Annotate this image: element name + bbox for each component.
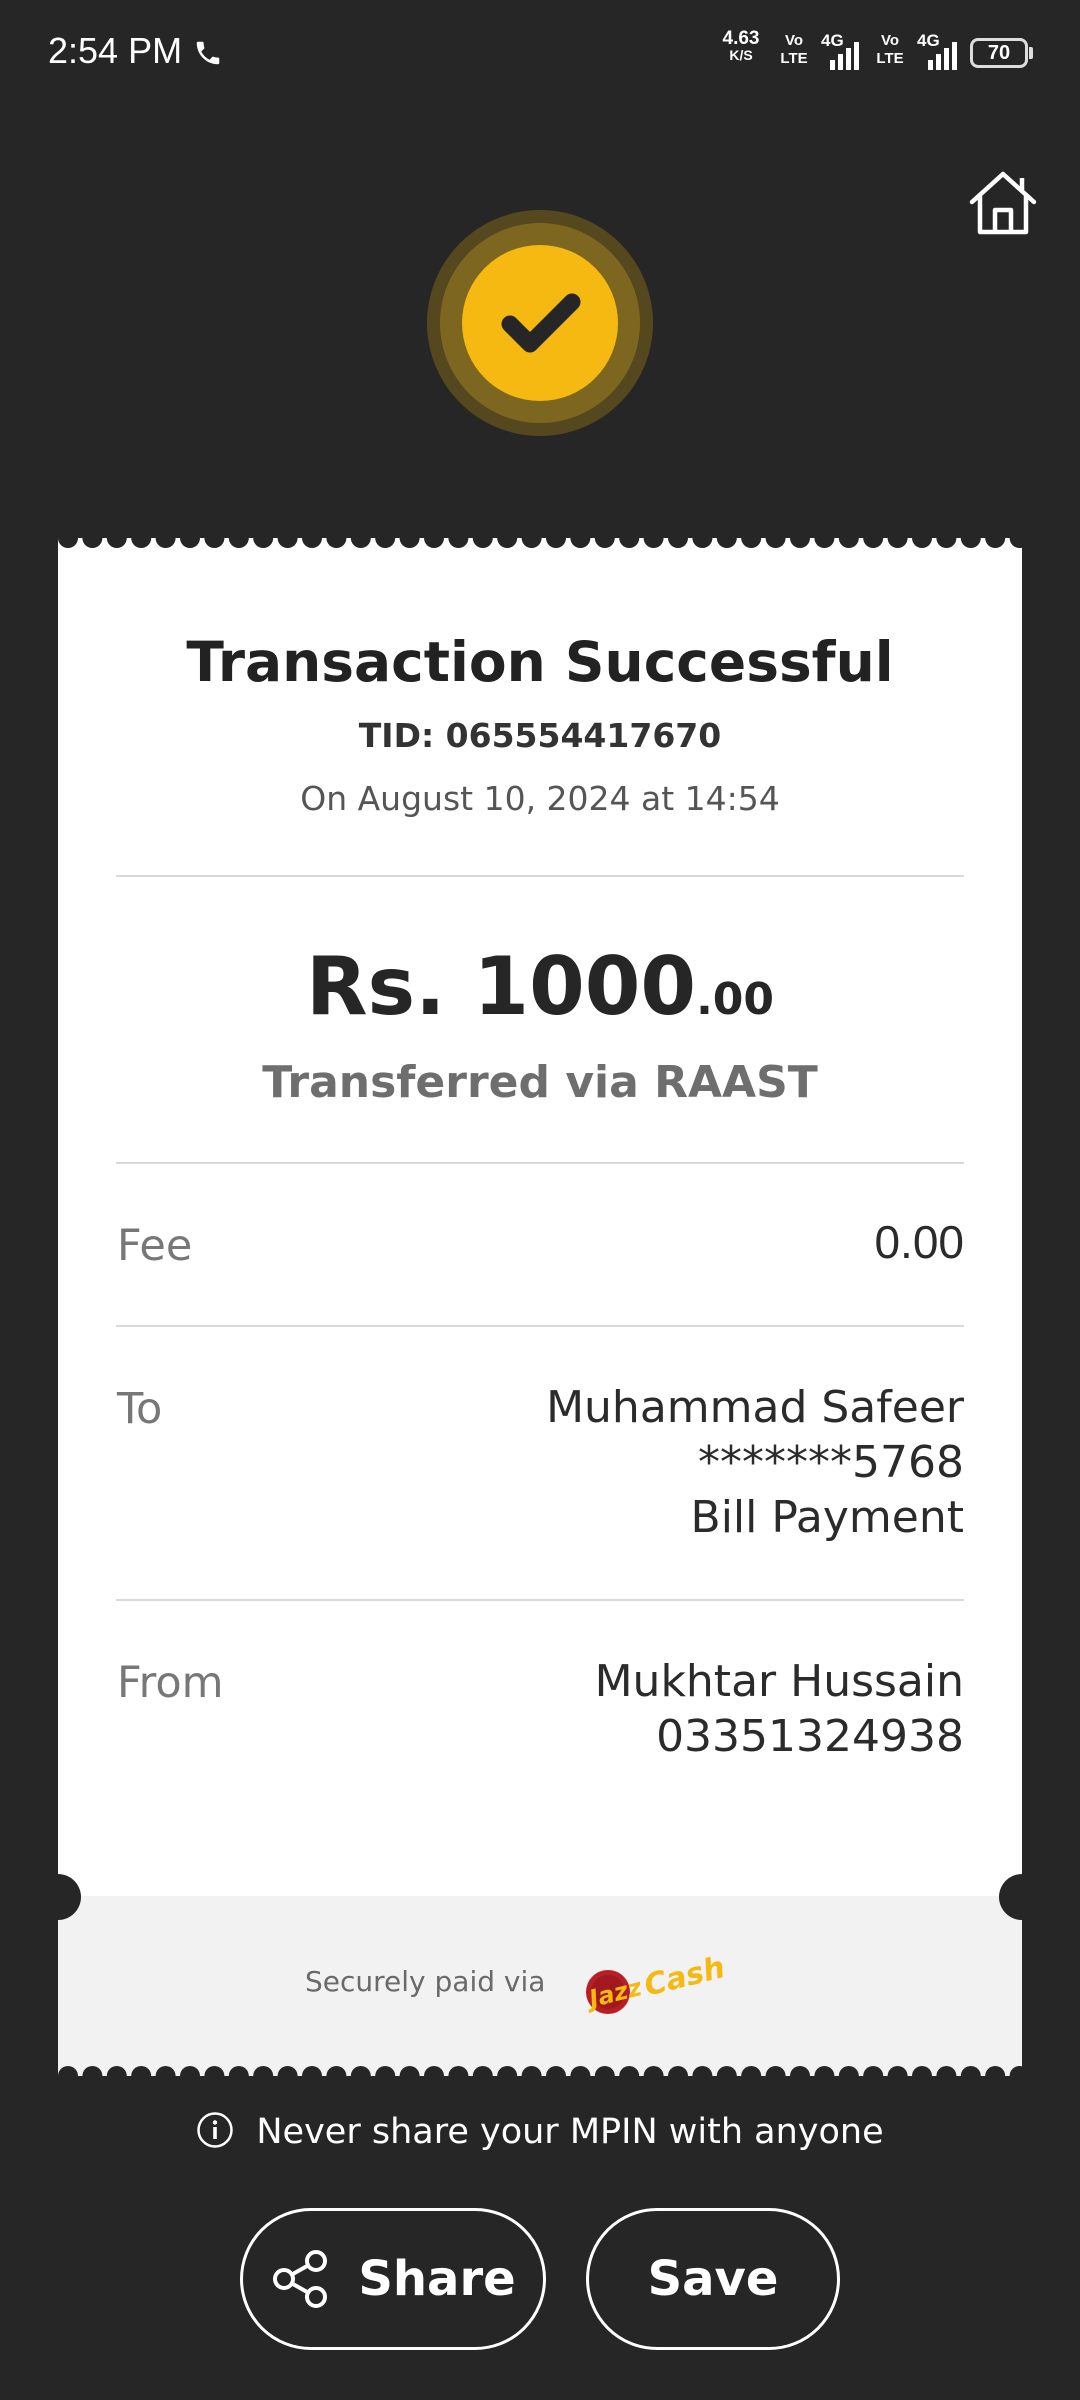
receipt-bottom-edge bbox=[58, 2066, 1022, 2082]
receipt-notch-right bbox=[999, 1874, 1045, 1920]
fee-label: Fee bbox=[117, 1221, 193, 1271]
receipt-card: Transaction Successful TID: 065554417670… bbox=[35, 532, 1045, 2082]
share-icon bbox=[273, 2250, 328, 2308]
transaction-date: On August 10, 2024 at 14:54 bbox=[300, 779, 780, 818]
success-badge-core bbox=[462, 245, 618, 401]
success-badge bbox=[427, 210, 653, 436]
to-label: To bbox=[117, 1384, 163, 1434]
transfer-method: Transferred via RAAST bbox=[262, 1057, 818, 1108]
amount: Rs. 1000.00 bbox=[58, 940, 1022, 1033]
to-details: Muhammad Safeer *******5768 Bill Payment bbox=[546, 1380, 964, 1545]
secure-payment-text: Securely paid via bbox=[305, 1965, 546, 1998]
fee-value: 0.00 bbox=[874, 1216, 964, 1268]
status-bar: 2:54 PM 4.63 K/S Vo LTE 4G Vo LTE 4G 70 bbox=[0, 0, 1080, 110]
transaction-id: TID: 065554417670 bbox=[358, 716, 722, 755]
sim2-signal-icon bbox=[928, 38, 957, 70]
battery-icon: 70 bbox=[970, 38, 1028, 68]
call-icon bbox=[196, 41, 220, 65]
receipt-title: Transaction Successful bbox=[186, 630, 894, 694]
recipient-name: Muhammad Safeer bbox=[546, 1382, 964, 1433]
receipt-top-edge bbox=[58, 532, 1022, 548]
mpin-notice: Never share your MPIN with anyone bbox=[0, 2112, 1080, 2152]
success-badge-ring bbox=[440, 223, 640, 423]
battery-level: 70 bbox=[987, 41, 1011, 64]
sender-name: Mukhtar Hussain bbox=[594, 1656, 964, 1707]
share-label: Share bbox=[358, 2251, 516, 2307]
check-icon bbox=[501, 293, 581, 353]
sim2-volte-label: Vo LTE bbox=[876, 32, 904, 67]
divider bbox=[116, 1162, 964, 1164]
mpin-notice-text: Never share your MPIN with anyone bbox=[256, 2112, 884, 2152]
save-button[interactable]: Save bbox=[586, 2208, 840, 2350]
network-speed: 4.63 K/S bbox=[722, 28, 760, 63]
recipient-account: *******5768 bbox=[698, 1437, 964, 1488]
sim1-signal-icon bbox=[830, 38, 859, 70]
receipt-notch-left bbox=[35, 1874, 81, 1920]
amount-decimal: .00 bbox=[696, 974, 775, 1025]
from-label: From bbox=[117, 1658, 224, 1708]
home-icon[interactable] bbox=[966, 168, 1040, 238]
svg-text:Cash: Cash bbox=[641, 1950, 729, 2004]
status-time: 2:54 PM bbox=[48, 30, 183, 71]
divider bbox=[116, 1325, 964, 1327]
sender-account: 03351324938 bbox=[656, 1711, 964, 1762]
battery-tip bbox=[1029, 47, 1033, 59]
recipient-purpose: Bill Payment bbox=[690, 1492, 964, 1543]
divider bbox=[116, 1599, 964, 1601]
sim1-volte-label: Vo LTE bbox=[780, 32, 808, 67]
from-details: Mukhtar Hussain 03351324938 bbox=[595, 1654, 964, 1764]
amount-main: Rs. 1000 bbox=[305, 940, 697, 1033]
share-button[interactable]: Share bbox=[240, 2208, 546, 2350]
divider bbox=[116, 875, 964, 877]
info-icon bbox=[197, 2112, 234, 2148]
jazzcash-logo: Jazz Cash bbox=[582, 1950, 729, 2014]
save-label: Save bbox=[647, 2251, 779, 2307]
